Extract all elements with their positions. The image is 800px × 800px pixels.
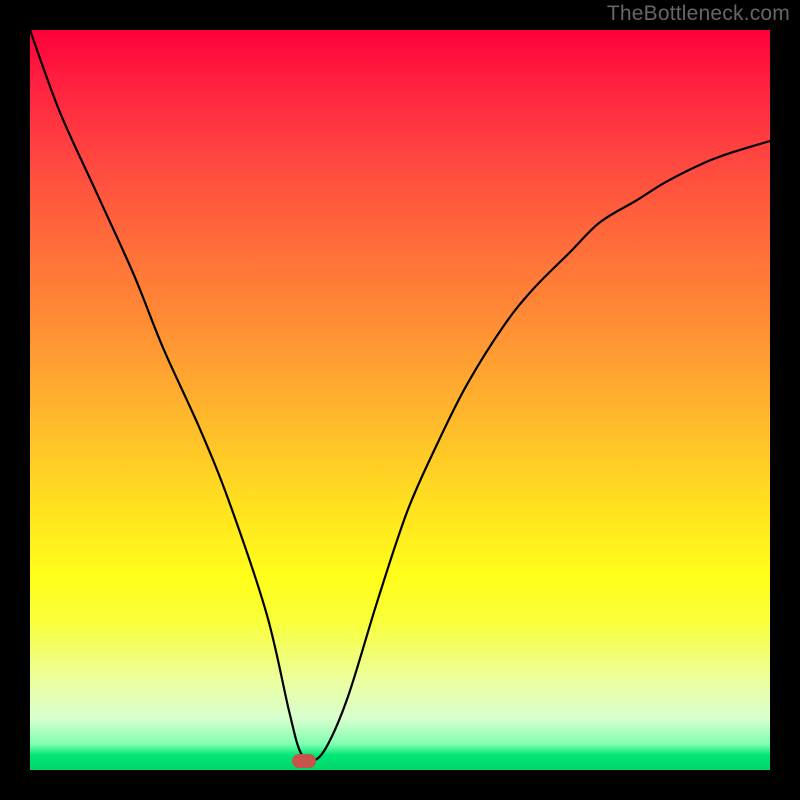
- minimum-marker: [292, 754, 316, 768]
- bottleneck-curve-path: [30, 30, 770, 761]
- attribution-watermark: TheBottleneck.com: [607, 2, 790, 26]
- curve-svg: [30, 30, 770, 770]
- chart-frame: TheBottleneck.com: [0, 0, 800, 800]
- plot-area: [30, 30, 770, 770]
